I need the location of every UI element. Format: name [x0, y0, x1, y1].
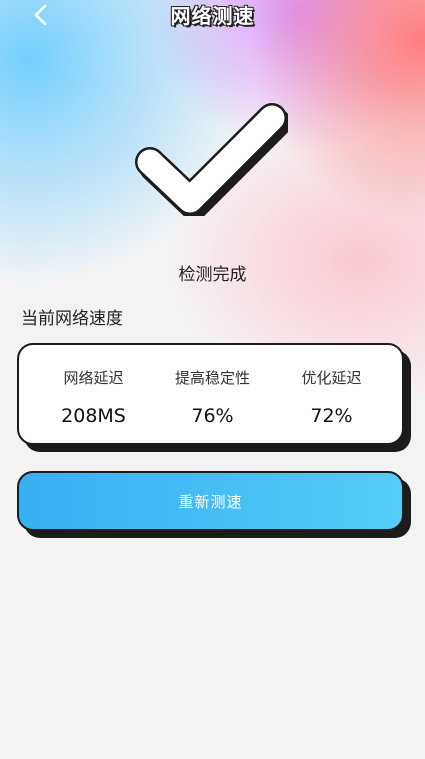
- retest-button[interactable]: 重新测速: [17, 471, 404, 531]
- stat-label: 优化延迟: [301, 369, 362, 387]
- stat-value: 208MS: [61, 405, 126, 427]
- stat-latency-optimization: 优化延迟 72%: [267, 345, 396, 443]
- stat-latency: 网络延迟 208MS: [29, 345, 158, 443]
- stat-stability: 提高稳定性 76%: [148, 345, 277, 443]
- stat-label: 提高稳定性: [174, 369, 250, 387]
- status-text: 检测完成: [178, 265, 247, 285]
- stat-value: 76%: [191, 405, 234, 427]
- stats-card: 网络延迟 208MS 提高稳定性 76% 优化延迟 72%: [17, 343, 404, 445]
- page-title: 网络测速: [170, 4, 255, 28]
- section-title: 当前网络速度: [21, 309, 123, 329]
- top-bar: 网络测速: [0, 0, 425, 30]
- checkmark-icon: [132, 100, 291, 220]
- stat-label: 网络延迟: [63, 369, 124, 387]
- stat-value: 72%: [310, 405, 353, 427]
